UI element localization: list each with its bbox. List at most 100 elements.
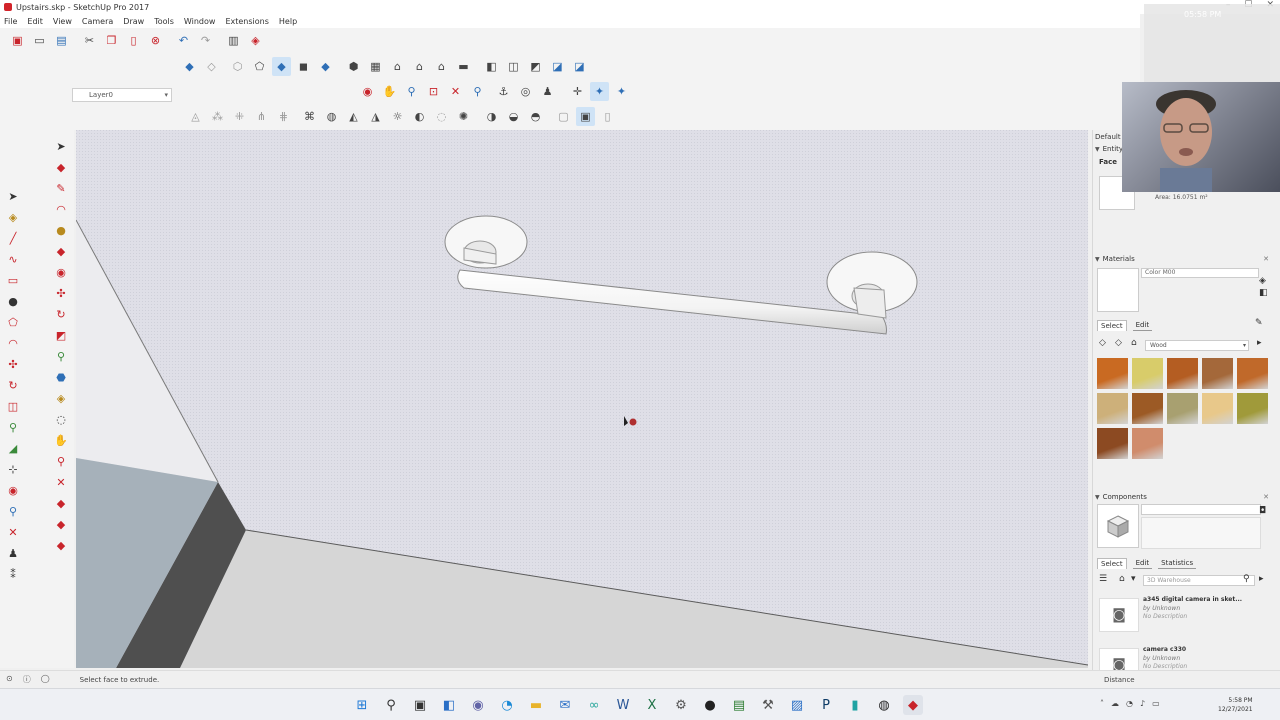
menu-window[interactable]: Window (184, 17, 216, 26)
search-icon[interactable]: ⚲ (1243, 574, 1250, 584)
warehouse-icon[interactable]: ◑ (482, 107, 501, 126)
style-icon[interactable]: ◐ (410, 107, 429, 126)
paste-icon[interactable]: ▯ (124, 31, 143, 50)
component-search-input[interactable]: 3D Warehouse (1143, 575, 1255, 586)
scale-tool-icon[interactable]: ◩ (52, 327, 70, 344)
user-icon[interactable]: ◯ (41, 674, 50, 685)
components-header[interactable]: ▼ Components ✕ (1095, 492, 1269, 502)
layer-dropdown[interactable]: Layer0 ▾ (72, 88, 172, 102)
obs-recorder-icon[interactable]: ● (700, 695, 720, 715)
menu-view[interactable]: View (53, 17, 72, 26)
file-explorer-icon[interactable]: ▬ (526, 695, 546, 715)
sample-paint-icon[interactable]: ✎ (1255, 318, 1263, 328)
material-swatch[interactable] (1167, 393, 1198, 424)
undo-icon[interactable]: ↶ (174, 31, 193, 50)
axes-small-icon[interactable]: ⊹ (4, 461, 22, 478)
paint-tool-icon[interactable]: ◉ (52, 264, 70, 281)
walk-icon[interactable]: ♟ (538, 82, 557, 101)
menu-help[interactable]: Help (279, 17, 297, 26)
position-camera-small-icon[interactable]: ♟ (4, 545, 22, 562)
lock-icon[interactable]: ◘ (1259, 506, 1266, 516)
menu-edit[interactable]: Edit (27, 17, 43, 26)
rectangle-tool-icon[interactable]: ▭ (4, 272, 22, 289)
excel-icon[interactable]: X (642, 695, 662, 715)
close-panel-icon[interactable]: ✕ (1263, 255, 1269, 263)
material-swatch[interactable] (1097, 393, 1128, 424)
hidden-line-icon[interactable]: ⬠ (250, 57, 269, 76)
material-swatch[interactable] (1237, 393, 1268, 424)
axes-icon[interactable]: ✛ (568, 82, 587, 101)
open-file-icon[interactable]: ▭ (30, 31, 49, 50)
shadows-icon[interactable]: ◭ (344, 107, 363, 126)
zoom-tool-icon[interactable]: ⚲ (52, 453, 70, 470)
home-icon[interactable]: ⌂ (1119, 574, 1125, 584)
settings-icon[interactable]: ✺ (454, 107, 473, 126)
back-edges-icon[interactable]: ◇ (202, 57, 221, 76)
image-app-icon[interactable]: ▨ (787, 695, 807, 715)
orbit-icon[interactable]: ◉ (358, 82, 377, 101)
copy-icon[interactable]: ❐ (102, 31, 121, 50)
menu-camera[interactable]: Camera (82, 17, 113, 26)
create-material-icon[interactable]: ◈ (1259, 276, 1266, 286)
front-view-icon[interactable]: ⌂ (388, 57, 407, 76)
extension-warehouse-icon[interactable]: ◓ (526, 107, 545, 126)
tab-edit[interactable]: Edit (1132, 320, 1153, 331)
forward-arrow-icon[interactable]: ◇ (1115, 338, 1122, 348)
materials-header[interactable]: ▼ Materials ✕ (1095, 254, 1269, 264)
sandbox-tool-icon[interactable]: ◆ (52, 495, 70, 512)
material-swatch[interactable] (1097, 358, 1128, 389)
look-around-icon[interactable]: ◎ (516, 82, 535, 101)
section-plane-icon[interactable]: ◧ (482, 57, 501, 76)
shaded-icon[interactable]: ◆ (272, 57, 291, 76)
scene-canvas[interactable] (76, 130, 1088, 668)
redo-icon[interactable]: ↷ (196, 31, 215, 50)
line-tool-icon[interactable]: ╱ (4, 230, 22, 247)
select-tool-icon[interactable]: ➤ (52, 138, 70, 155)
task-view-icon[interactable]: ▣ (410, 695, 430, 715)
home-icon[interactable]: ⌂ (1131, 338, 1137, 348)
pan-icon[interactable]: ✋ (380, 82, 399, 101)
material-library-dropdown[interactable]: Wood ▾ (1145, 340, 1249, 351)
material-swatch[interactable] (1202, 393, 1233, 424)
material-swatch[interactable] (1132, 393, 1163, 424)
close-panel-icon[interactable]: ✕ (1263, 493, 1269, 501)
zoom-small-icon[interactable]: ⚲ (4, 503, 22, 520)
mail-icon[interactable]: ✉ (555, 695, 575, 715)
notes-app-icon[interactable]: ▮ (845, 695, 865, 715)
wireframe-icon[interactable]: ⬡ (228, 57, 247, 76)
push-pull-tool-icon[interactable]: ◆ (52, 243, 70, 260)
tab-select[interactable]: Select (1097, 320, 1127, 331)
zoom-icon[interactable]: ⚲ (402, 82, 421, 101)
print-icon[interactable]: ▥ (224, 31, 243, 50)
polygon-tool-icon[interactable]: ⬠ (4, 314, 22, 331)
dimension-icon[interactable]: ✦ (590, 82, 609, 101)
monochrome-icon[interactable]: ◆ (316, 57, 335, 76)
arc-tool-icon[interactable]: ◠ (52, 201, 70, 218)
battery-icon[interactable]: ▭ (1152, 699, 1160, 708)
material-swatch[interactable] (1097, 428, 1128, 459)
menu-draw[interactable]: Draw (123, 17, 144, 26)
details-arrow-icon[interactable]: ▸ (1257, 338, 1262, 348)
material-swatch[interactable] (1132, 428, 1163, 459)
xray-icon[interactable]: ◆ (180, 57, 199, 76)
smoove-icon[interactable]: ⁜ (230, 107, 249, 126)
component-name-field[interactable] (1141, 504, 1261, 515)
tab-components-statistics[interactable]: Statistics (1158, 558, 1197, 569)
from-scratch-icon[interactable]: ⁂ (208, 107, 227, 126)
menu-tools[interactable]: Tools (154, 17, 174, 26)
chevron-down-icon[interactable]: ▾ (1131, 574, 1136, 584)
material-swatch[interactable] (1167, 358, 1198, 389)
pan-tool-icon[interactable]: ✋ (52, 432, 70, 449)
model-info-icon[interactable]: ◈ (246, 31, 265, 50)
orbit-small-icon[interactable]: ◉ (4, 482, 22, 499)
settings-gear-icon[interactable]: ⚙ (671, 695, 691, 715)
generate-report-icon[interactable]: ▣ (576, 107, 595, 126)
select-arrow-icon[interactable]: ➤ (4, 188, 22, 205)
word-icon[interactable]: W (613, 695, 633, 715)
offset-tool-icon[interactable]: ◫ (4, 398, 22, 415)
edge-browser-icon[interactable]: ◔ (497, 695, 517, 715)
spreadsheet-app-icon[interactable]: ▤ (729, 695, 749, 715)
start-menu-icon[interactable]: ⊞ (352, 695, 372, 715)
back-arrow-icon[interactable]: ◇ (1099, 338, 1106, 348)
paint-bucket-icon[interactable]: ◈ (52, 390, 70, 407)
